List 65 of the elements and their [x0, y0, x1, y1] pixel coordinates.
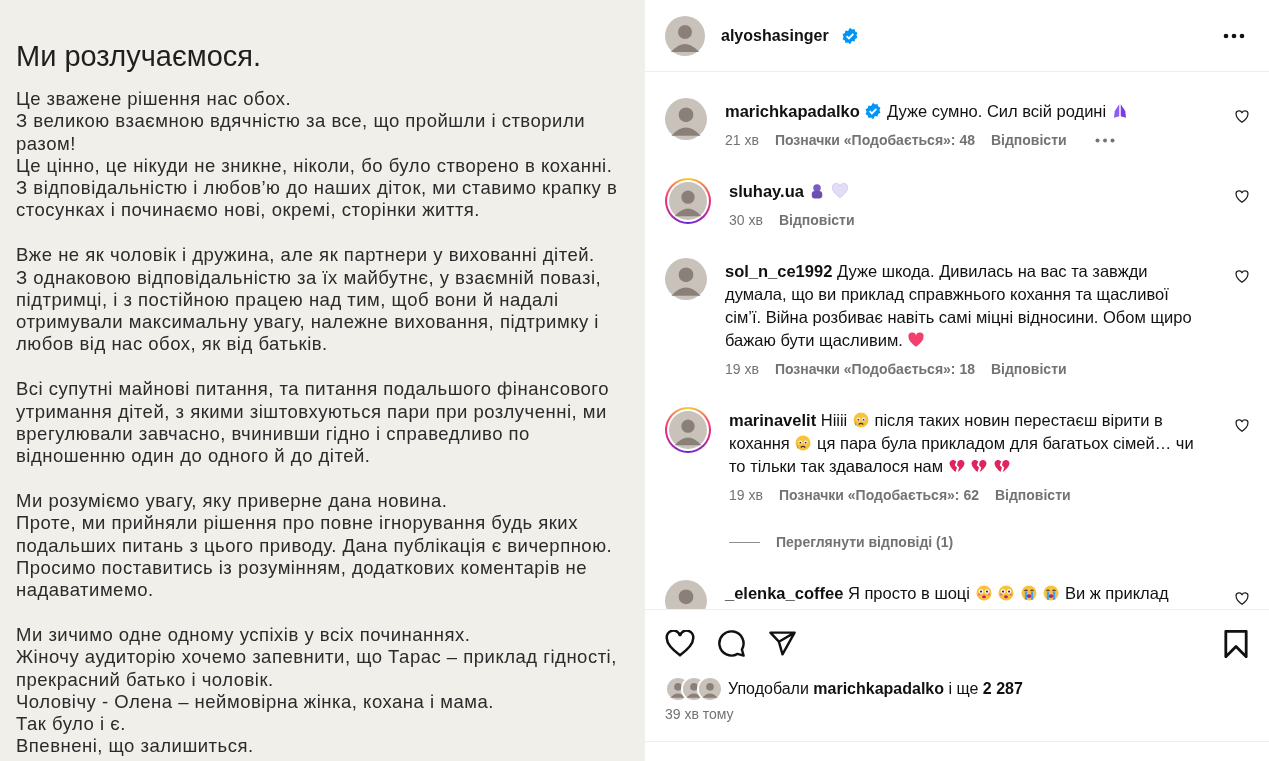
view-replies-link[interactable]: Переглянути відповіді (1) — [776, 532, 954, 553]
flushed-face-icon — [997, 584, 1016, 602]
reply-link[interactable]: Відповісти — [990, 130, 1067, 151]
post-image-text: Це зважене рішення нас обох. — [16, 88, 293, 111]
like-heart-icon[interactable] — [1235, 110, 1249, 124]
avatar[interactable] — [665, 15, 705, 56]
sobbing-face-icon — [1042, 584, 1061, 602]
share-icon[interactable] — [768, 630, 797, 657]
comment-icon[interactable] — [717, 629, 746, 658]
heart-icon — [907, 331, 926, 349]
like-icon[interactable] — [665, 629, 695, 658]
comment-text: sol_n_ce1992 Дуже шкода. Дивилась на вас та завжди думала, що ви приклад справжнього кохання та щасливої сім’ї. Війна розбиває навіть самі міцні відносини. Обом щиро бажаю бути щасливим. — [725, 261, 1193, 351]
likes-count-link[interactable]: Позначки «Подобається»: 48 — [774, 130, 975, 151]
likes-count-link[interactable]: Позначки «Подобається»: 62 — [778, 485, 979, 506]
username-link[interactable]: marichkapadalko — [725, 102, 860, 120]
post-image-text: Просимо поставитись із розумінням, додаткових коментарів не надаватимемо. — [16, 556, 589, 602]
likes-count-link[interactable]: Позначки «Подобається»: 18 — [774, 359, 975, 380]
sobbing-face-icon — [1019, 584, 1038, 602]
comment-text: marinavelit Hiiii після таких новин перестаєш вірити в кохання ця пара була прикладом для багатьох сімей… чи то тільки так здавалося нам — [729, 410, 1195, 477]
post-image-text: З однаковою відповідальністю за їх майбутнє, у взаємній повазі, підтримці, і з постійною працею над тим, щоб вони й надалі отримували максимальну увагу, належне виховання, підтримку і любов від нас обох, як від батьків. — [16, 266, 603, 356]
post-image-title: Ми розлучаємося. — [16, 39, 263, 74]
comment-text: marichkapadalko Дуже сумно. Сил всій родині — [725, 100, 1197, 123]
reply-link[interactable]: Відповісти — [990, 359, 1067, 380]
post-image-text: Жіночу аудиторію хочемо запевнити, що Тарас – приклад гідності, прекрасний батько і чоловік. — [16, 646, 618, 691]
post-time: 39 хв тому — [664, 705, 735, 724]
username-link[interactable]: alyoshasinger — [721, 23, 829, 48]
reply-link[interactable]: Відповісти — [778, 210, 855, 231]
more-options-icon[interactable] — [1223, 32, 1245, 39]
comment-time: 21 хв — [725, 131, 759, 150]
post-image-text: Всі супутні майнові питання, та питання подальшого фінансового утримання дітей, з якими зіштовхуються пари при розлученні, ми врегулювали завчасно, вчинивши гідно і справедливо по відношенню один до одного й до дітей. — [16, 378, 610, 468]
avatar — [699, 678, 721, 700]
like-heart-icon[interactable] — [1235, 270, 1249, 284]
crying-face-icon — [851, 411, 870, 429]
post-image-text: Проте, ми прийняли рішення про повне ігнорування будь яких подальших питань з цього приводу. Дана публікація є вичерпною. — [16, 512, 614, 557]
like-heart-icon[interactable] — [1235, 190, 1249, 204]
post-image-text: Так було і є. — [16, 713, 127, 736]
username-link[interactable]: _elenka_coffee — [725, 584, 844, 602]
avatar[interactable] — [665, 258, 707, 300]
username-link[interactable]: sluhay.ua — [729, 182, 804, 200]
post-image-text: Ми розуміємо увагу, яку приверне дана новина. — [16, 489, 449, 513]
post-image-text: Це цінно, це нікуди не зникне, ніколи, бо було створено в коханні. — [16, 154, 614, 178]
post-image-text: Ми зичимо одне одному успіхів у всіх починаннях. — [16, 623, 472, 647]
comment-text: _elenka_coffee Я просто в шоці Ви ж приклад — [725, 583, 1170, 604]
broken-heart-icon — [947, 457, 966, 475]
heart-icon — [831, 182, 850, 200]
comment-time: 19 хв — [725, 360, 759, 379]
post-image-text: Впевнені, що залишиться. — [16, 735, 255, 758]
like-heart-icon[interactable] — [1235, 592, 1249, 606]
comment-time: 30 хв — [729, 211, 763, 230]
post-image-text: З відповідальністю і любов’ю до наших діток, ми ставимо крапку в стосунках і починаємо нові, окремі, сторінки життя. — [16, 177, 619, 222]
broken-heart-icon — [970, 457, 989, 475]
bookmark-icon[interactable] — [1223, 629, 1249, 658]
username-link[interactable]: sol_n_ce1992 — [725, 262, 833, 280]
post-image-text: Вже не як чоловік і дружина, але як партнери у вихованні дітей. — [16, 244, 596, 267]
post-image-text: Чоловічу - Олена – неймовірна жінка, кохана і мама. — [16, 690, 495, 714]
like-heart-icon[interactable] — [1235, 419, 1249, 433]
flushed-face-icon — [974, 584, 993, 602]
username-link[interactable]: marinavelit — [729, 411, 817, 429]
avatar[interactable] — [665, 98, 707, 140]
comment-time: 19 хв — [729, 486, 763, 505]
post-image-text: З великою взаємною вдячністю за все, що пройшли і створили разом! — [16, 110, 586, 155]
broken-heart-icon — [992, 457, 1011, 475]
crying-face-icon — [794, 434, 813, 452]
reply-link[interactable]: Відповісти — [994, 485, 1071, 506]
likes-summary-text: Уподобали marichkapadalko і ще 2 287 — [728, 679, 1023, 699]
